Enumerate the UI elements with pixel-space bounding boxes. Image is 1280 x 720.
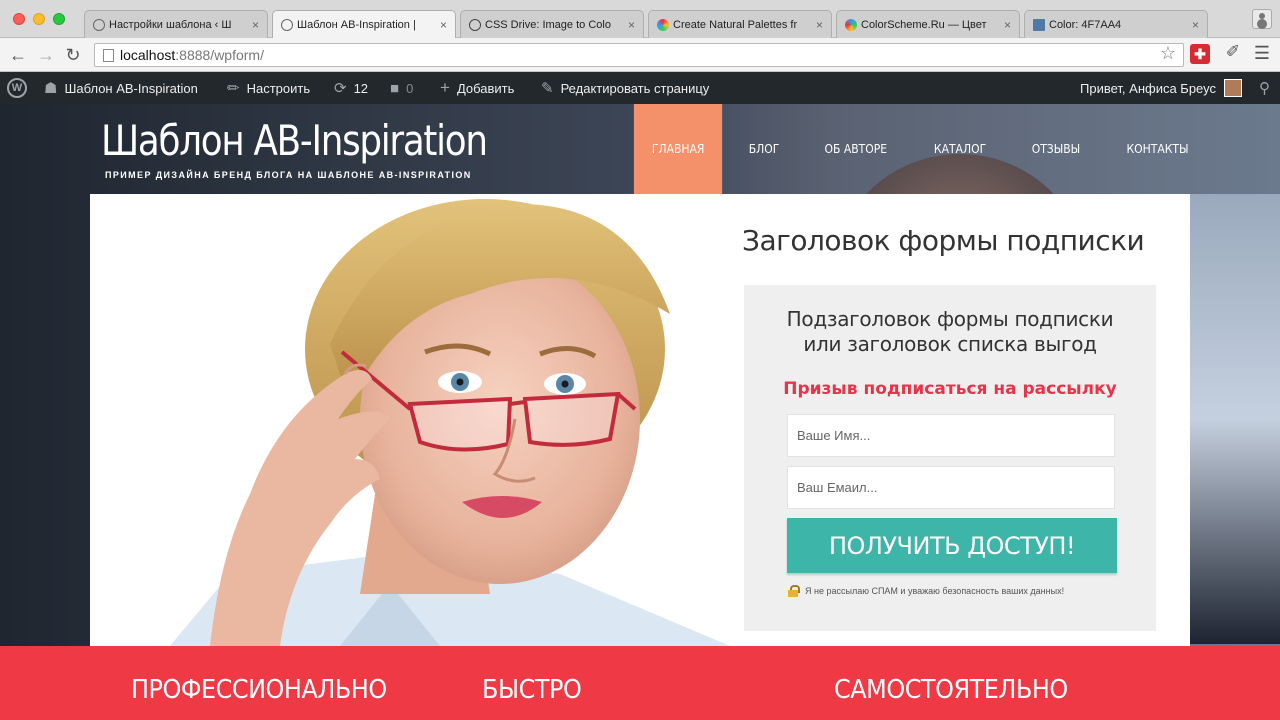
- reload-icon[interactable]: ↻: [62, 44, 84, 66]
- browser-tab[interactable]: Настройки шаблона ‹ Ш ×: [84, 10, 268, 38]
- window-minimize-button[interactable]: [33, 13, 45, 25]
- subscribe-call-to-action: Призыв подписаться на рассылку: [783, 379, 1117, 399]
- wp-site-name-link[interactable]: ☗ Шаблон AB-Inspiration: [44, 72, 198, 104]
- plus-icon: +: [440, 78, 450, 97]
- background-photo-edge: [1190, 194, 1280, 644]
- get-access-button[interactable]: ПОЛУЧИТЬ ДОСТУП!: [787, 518, 1117, 573]
- pencil-icon: ✎: [541, 80, 554, 97]
- wp-comments-link[interactable]: ■ 0: [390, 72, 413, 104]
- colorscheme-favicon-icon: [845, 18, 857, 31]
- wp-my-account[interactable]: Привет, Анфиса Бреус: [1080, 72, 1242, 104]
- forward-arrow-icon[interactable]: →: [35, 44, 57, 66]
- tab-label: Color: 4F7AA4: [1049, 18, 1122, 31]
- wp-edit-page-link[interactable]: ✎ Редактировать страницу: [541, 72, 709, 104]
- wp-updates-link[interactable]: ⟳ 12: [334, 72, 368, 104]
- wordpress-favicon-icon: [93, 18, 105, 31]
- benefit-item: ПРОФЕССИОНАЛЬНО: [131, 675, 387, 705]
- privacy-note: Я не рассылаю СПАМ и уважаю безопасность…: [788, 585, 1064, 597]
- nav-about[interactable]: ОБ АВТОРЕ: [807, 104, 906, 194]
- paintbrush-icon: ✏: [227, 80, 240, 97]
- tab-label: Шаблон AB-Inspiration |: [297, 19, 416, 31]
- add-new-label: Добавить: [456, 80, 515, 96]
- form-title: Заголовок формы подписки: [742, 224, 1145, 257]
- lock-icon: [788, 585, 800, 597]
- nav-home[interactable]: ГЛАВНАЯ: [633, 104, 723, 194]
- wp-add-new-link[interactable]: + Добавить: [440, 72, 514, 104]
- benefit-item: САМОСТОЯТЕЛЬНО: [834, 675, 1068, 705]
- browser-toolbar: ← → ↻ localhost:8888/wpform/ ☆ ✚ ✐ ☰: [0, 38, 1280, 72]
- nav-contacts[interactable]: КОНТАКТЫ: [1108, 104, 1206, 194]
- profile-icon[interactable]: [1252, 9, 1272, 29]
- back-arrow-icon[interactable]: ←: [7, 44, 29, 66]
- wordpress-logo-icon: W: [7, 78, 27, 98]
- browser-tab-strip: Настройки шаблона ‹ Ш × Шаблон AB-Inspir…: [0, 0, 1280, 39]
- window-zoom-button[interactable]: [53, 13, 65, 25]
- tab-label: ColorScheme.Ru — Цвет: [861, 18, 987, 31]
- updates-icon: ⟳: [334, 80, 347, 97]
- eyedropper-extension-icon[interactable]: ✐: [1226, 42, 1240, 62]
- customize-label: Настроить: [246, 80, 311, 96]
- benefit-item: БЫСТРО: [482, 675, 582, 705]
- wordpress-favicon-icon: [281, 19, 293, 31]
- tab-label: Настройки шаблона ‹ Ш: [109, 18, 232, 31]
- tab-close-icon[interactable]: ×: [252, 18, 259, 32]
- form-subtitle: Подзаголовок формы подписки или заголово…: [744, 307, 1156, 357]
- tab-close-icon[interactable]: ×: [628, 18, 635, 32]
- css-drive-favicon-icon: [469, 18, 481, 31]
- url-host: localhost: [120, 47, 176, 63]
- avatar: [1224, 79, 1242, 97]
- greeting-label: Привет, Анфиса Бреус: [1080, 80, 1216, 96]
- site-tagline: ПРИМЕР ДИЗАЙНА БРЕНД БЛОГА НА ШАБЛОНЕ AB…: [105, 170, 472, 180]
- site-title[interactable]: Шаблон AB-Inspiration: [101, 116, 488, 165]
- page-icon: [103, 48, 114, 62]
- nav-reviews[interactable]: ОТЗЫВЫ: [1014, 104, 1099, 194]
- nav-blog[interactable]: БЛОГ: [731, 104, 798, 194]
- browser-tab[interactable]: Create Natural Palettes fr ×: [648, 10, 832, 38]
- form-subtitle-line: Подзаголовок формы подписки: [786, 307, 1114, 331]
- tab-close-icon[interactable]: ×: [816, 18, 823, 32]
- tab-close-icon[interactable]: ×: [1004, 18, 1011, 32]
- subscription-form: Подзаголовок формы подписки или заголово…: [744, 285, 1156, 631]
- privacy-note-text: Я не рассылаю СПАМ и уважаю безопасность…: [805, 586, 1065, 596]
- hamburger-menu-icon[interactable]: ☰: [1254, 43, 1270, 64]
- browser-tab[interactable]: CSS Drive: Image to Colo ×: [460, 10, 644, 38]
- benefits-bar: ПРОФЕССИОНАЛЬНО БЫСТРО САМОСТОЯТЕЛЬНО: [0, 646, 1280, 720]
- site-page: Шаблон AB-Inspiration ПРИМЕР ДИЗАЙНА БРЕ…: [0, 104, 1280, 720]
- comments-count: 0: [406, 80, 414, 96]
- window-close-button[interactable]: [13, 13, 25, 25]
- nav-catalog[interactable]: КАТАЛОГ: [916, 104, 1004, 194]
- dashboard-icon: ☗: [44, 80, 58, 97]
- subscription-hero: Заголовок формы подписки Подзаголовок фо…: [90, 194, 1190, 646]
- address-bar[interactable]: localhost:8888/wpform/: [94, 43, 1184, 67]
- tab-close-icon[interactable]: ×: [440, 18, 447, 32]
- wp-search[interactable]: ⚲: [1259, 72, 1270, 104]
- browser-tab[interactable]: Color: 4F7AA4 ×: [1024, 10, 1208, 38]
- search-icon: ⚲: [1259, 80, 1270, 97]
- extension-plus-icon[interactable]: ✚: [1190, 44, 1210, 64]
- url-path: :8888/wpform/: [175, 47, 264, 63]
- bookmark-star-icon[interactable]: ☆: [1160, 43, 1176, 64]
- palette-favicon-icon: [657, 18, 669, 31]
- tab-label: Create Natural Palettes fr: [673, 18, 798, 31]
- tab-label: CSS Drive: Image to Colo: [485, 18, 611, 31]
- woman-with-glasses-photo: [170, 199, 730, 646]
- color-swatch-favicon-icon: [1033, 18, 1045, 31]
- email-input[interactable]: [787, 466, 1115, 509]
- tab-close-icon[interactable]: ×: [1192, 18, 1199, 32]
- wp-admin-bar: W ☗ Шаблон AB-Inspiration ✏ Настроить ⟳ …: [0, 72, 1280, 104]
- wp-customize-link[interactable]: ✏ Настроить: [227, 72, 310, 104]
- site-name-label: Шаблон AB-Inspiration: [64, 80, 198, 96]
- main-navigation: ГЛАВНАЯ БЛОГ ОБ АВТОРЕ КАТАЛОГ ОТЗЫВЫ КО…: [629, 104, 1212, 194]
- edit-page-label: Редактировать страницу: [560, 80, 710, 96]
- comment-bubble-icon: ■: [390, 79, 400, 97]
- updates-count: 12: [353, 80, 369, 96]
- browser-tab[interactable]: ColorScheme.Ru — Цвет ×: [836, 10, 1020, 38]
- name-input[interactable]: [787, 414, 1115, 457]
- browser-tab-active[interactable]: Шаблон AB-Inspiration | ×: [272, 10, 456, 39]
- form-subtitle-line: или заголовок списка выгод: [803, 332, 1097, 356]
- wp-logo-menu[interactable]: W: [7, 72, 27, 104]
